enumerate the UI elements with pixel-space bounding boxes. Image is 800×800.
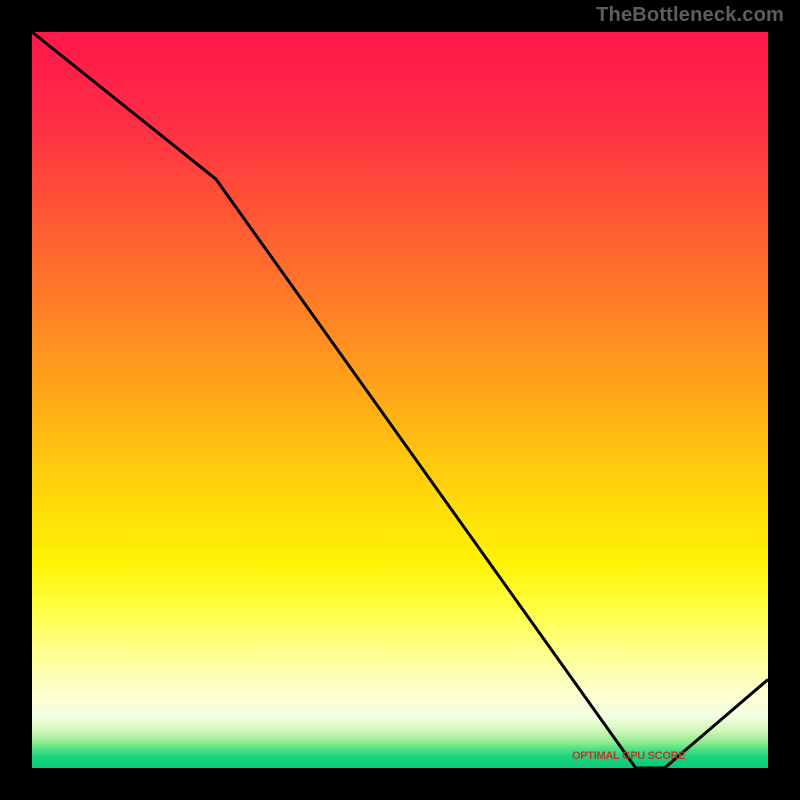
bottleneck-chart: TheBottleneck.com OPTIMAL GPU SCORE	[0, 0, 800, 800]
plot-area: OPTIMAL GPU SCORE	[30, 30, 770, 770]
optimal-gpu-score-label: OPTIMAL GPU SCORE	[572, 750, 685, 762]
watermark-text: TheBottleneck.com	[596, 4, 784, 27]
severity-gradient-background	[32, 32, 768, 768]
